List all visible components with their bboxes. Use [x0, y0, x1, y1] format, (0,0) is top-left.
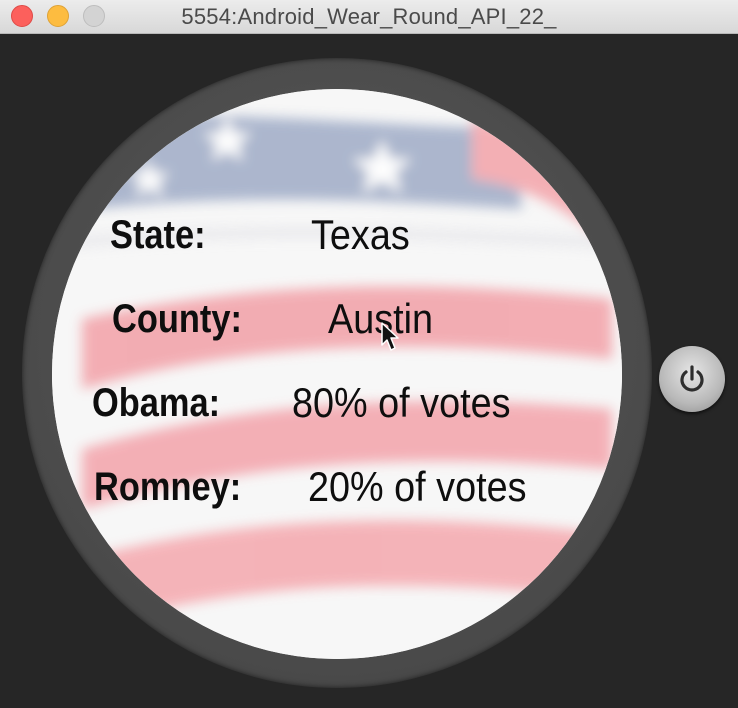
title-bar[interactable]: 5554:Android_Wear_Round_API_22_ — [0, 0, 738, 34]
obama-label: Obama: — [92, 381, 221, 425]
romney-value: 20% of votes — [308, 463, 527, 510]
romney-label: Romney: — [94, 465, 242, 509]
window-title: 5554:Android_Wear_Round_API_22_ — [181, 4, 557, 29]
watch-screen[interactable]: State: Texas County: Austin Obama: 80% o… — [52, 89, 622, 659]
state-label: State: — [110, 213, 206, 257]
mouse-pointer-icon — [381, 322, 399, 351]
flag-background-image — [52, 89, 622, 659]
emulator-window: 5554:Android_Wear_Round_API_22_ State: T… — [0, 0, 738, 708]
obama-value: 80% of votes — [292, 379, 511, 426]
state-value: Texas — [311, 211, 410, 258]
power-icon — [680, 365, 704, 392]
power-button[interactable] — [659, 346, 725, 412]
county-label: County: — [112, 297, 242, 341]
